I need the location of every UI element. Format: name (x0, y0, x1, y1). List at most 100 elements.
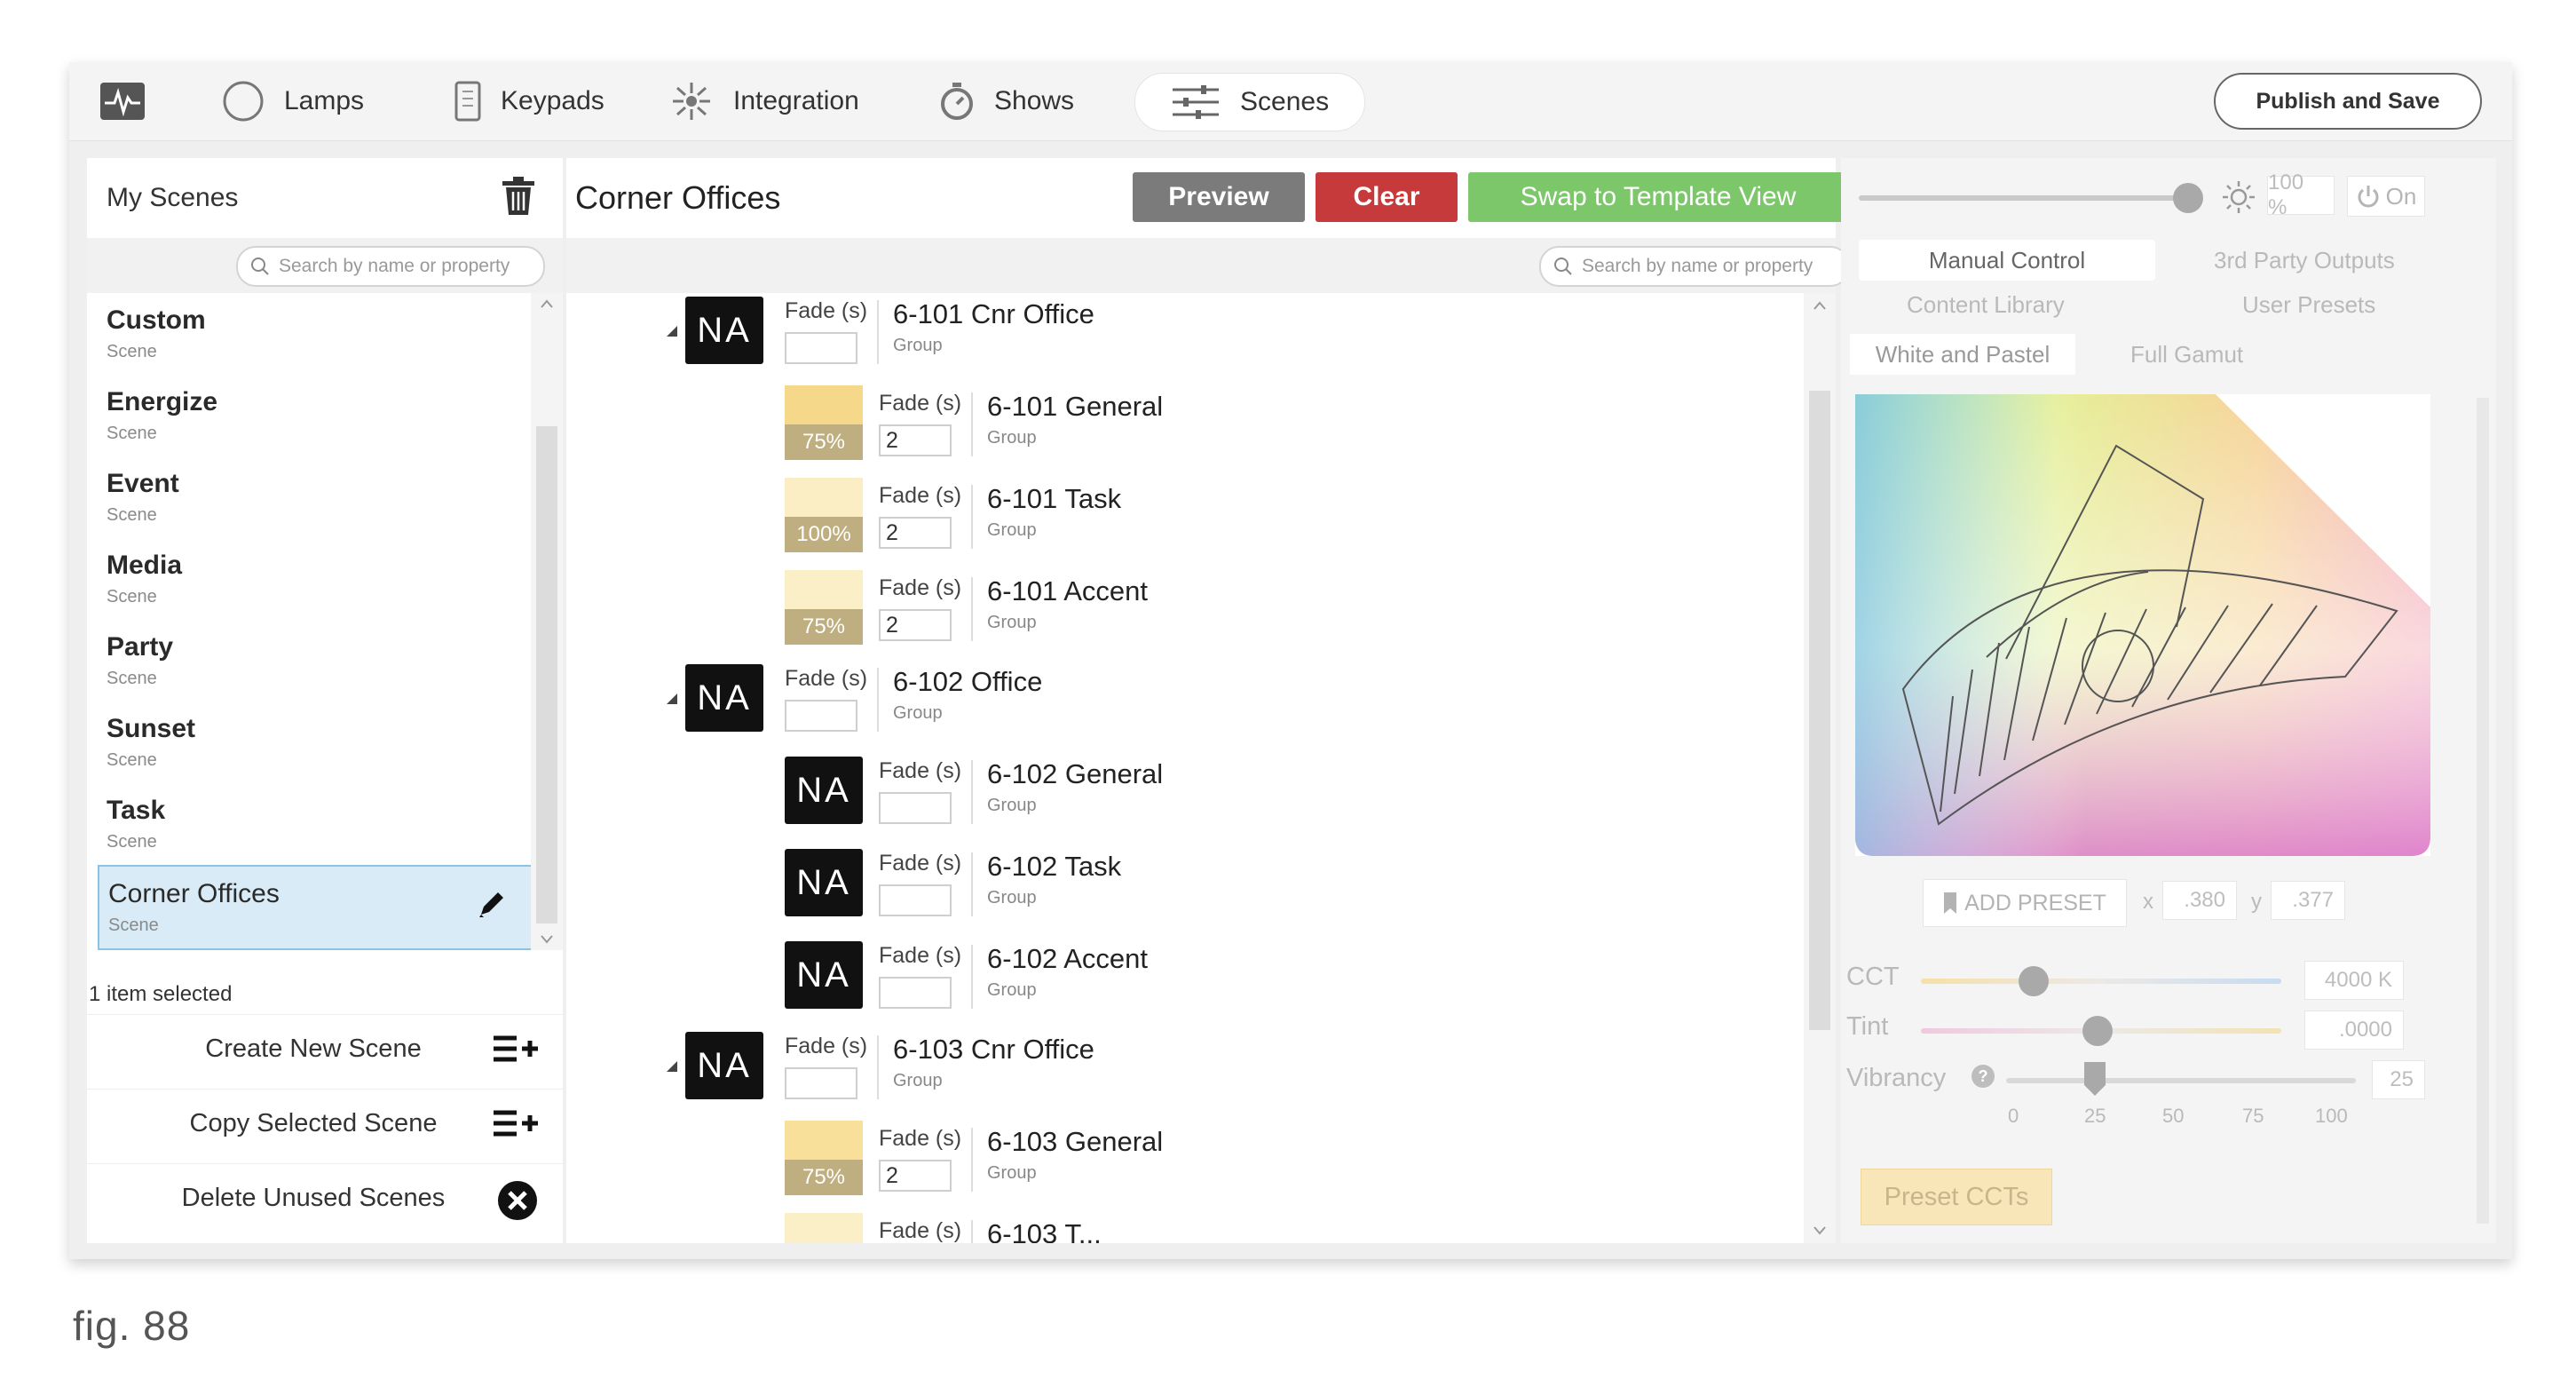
fade-input[interactable] (785, 1067, 857, 1099)
scroll-up-icon[interactable] (1813, 300, 1827, 311)
x-coordinate-input[interactable]: .380 (2162, 881, 2237, 920)
level-swatch[interactable]: 75% (785, 1121, 863, 1195)
level-color (785, 478, 863, 517)
right-panel-scrollbar[interactable] (2477, 398, 2489, 1224)
clear-button[interactable]: Clear (1316, 172, 1458, 222)
brightness-slider-knob[interactable] (2173, 183, 2203, 213)
group-tree-scrollbar[interactable] (1804, 293, 1836, 1243)
tree-row-6-102-accent[interactable]: NA Fade (s) 6-102 Accent Group (566, 938, 1800, 1012)
nav-activity[interactable] (99, 73, 165, 130)
nav-keypads[interactable]: Keypads (454, 73, 604, 130)
scroll-down-icon[interactable] (1813, 1225, 1827, 1236)
scene-item-task[interactable]: Task Scene (87, 783, 531, 865)
scroll-up-icon[interactable] (540, 298, 554, 309)
activity-icon (100, 83, 145, 120)
preview-button[interactable]: Preview (1133, 172, 1305, 222)
scene-editor-panel: Corner Offices Preview Clear Swap to Tem… (566, 158, 1850, 1243)
publish-and-save-button[interactable]: Publish and Save (2214, 73, 2482, 130)
collapse-triangle-icon[interactable] (666, 325, 678, 337)
na-badge: NA (785, 941, 863, 1009)
brightness-value[interactable]: 100 % (2267, 170, 2335, 219)
vibrancy-value[interactable]: 25 (2372, 1060, 2425, 1099)
swap-to-template-view-button[interactable]: Swap to Template View (1468, 172, 1848, 222)
nav-lamps[interactable]: Lamps (222, 73, 364, 130)
preset-ccts-button[interactable]: Preset CCTs (1861, 1169, 2052, 1225)
scene-item-custom[interactable]: Custom Scene (87, 293, 531, 375)
tree-row-6-102-office[interactable]: NA Fade (s) 6-102 Office Group (566, 661, 1800, 735)
scene-name: Media (107, 551, 183, 580)
scene-item-corner-offices[interactable]: Corner Offices Scene (98, 865, 533, 950)
fade-input[interactable] (879, 792, 952, 824)
level-swatch[interactable]: 75% (785, 385, 863, 460)
tab-white-and-pastel[interactable]: White and Pastel (1850, 334, 2075, 375)
scroll-down-icon[interactable] (540, 934, 554, 945)
fade-input[interactable] (879, 977, 952, 1009)
fade-label: Fade (s) (785, 298, 868, 323)
collapse-triangle-icon[interactable] (666, 693, 678, 705)
fade-input[interactable] (879, 884, 952, 916)
color-picker-area[interactable] (1855, 394, 2430, 856)
search-icon (251, 258, 269, 275)
add-preset-button[interactable]: ADD PRESET (1923, 879, 2127, 927)
chromaticity-diagram[interactable] (1855, 394, 2430, 856)
level-swatch[interactable]: 100% (785, 478, 863, 552)
fade-input[interactable] (785, 332, 857, 364)
add-list-icon (494, 1035, 538, 1062)
scene-item-sunset[interactable]: Sunset Scene (87, 701, 531, 783)
scene-item-media[interactable]: Media Scene (87, 538, 531, 620)
nav-shows[interactable]: Shows (939, 73, 1074, 130)
tab-full-gamut[interactable]: Full Gamut (2130, 341, 2243, 369)
fade-input[interactable]: 2 (879, 609, 952, 641)
tree-row-6-101-cnr-office[interactable]: NA Fade (s) 6-101 Cnr Office Group (566, 293, 1800, 368)
tab-3rd-party-outputs[interactable]: 3rd Party Outputs (2214, 247, 2395, 274)
tree-row-6-103-task[interactable]: Fade (s) 6-103 T... (566, 1213, 1800, 1243)
help-icon[interactable]: ? (1971, 1064, 1995, 1089)
cct-slider-knob[interactable] (2019, 966, 2049, 996)
tree-row-6-101-accent[interactable]: 75% Fade (s) 2 6-101 Accent Group (566, 570, 1800, 645)
scrollbar-thumb[interactable] (1809, 391, 1830, 1030)
scene-search-input[interactable]: Search by name or property (236, 246, 545, 287)
tree-row-6-102-task[interactable]: NA Fade (s) 6-102 Task Group (566, 845, 1800, 920)
nav-scenes[interactable]: Scenes (1134, 73, 1366, 131)
pencil-icon[interactable] (476, 888, 508, 920)
vibrancy-slider-knob[interactable] (2082, 1060, 2107, 1098)
y-coordinate-input[interactable]: .377 (2271, 881, 2345, 920)
fade-input[interactable]: 2 (879, 1160, 952, 1192)
scene-item-energize[interactable]: Energize Scene (87, 375, 531, 456)
tree-row-6-101-task[interactable]: 100% Fade (s) 2 6-101 Task Group (566, 478, 1800, 552)
nav-integration[interactable]: Integration (669, 73, 859, 130)
scrollbar-thumb[interactable] (536, 426, 557, 923)
tree-row-6-103-cnr-office[interactable]: NA Fade (s) 6-103 Cnr Office Group (566, 1028, 1800, 1103)
tab-content-library[interactable]: Content Library (1907, 291, 2065, 319)
tint-label: Tint (1846, 1012, 1889, 1041)
trash-icon[interactable] (501, 176, 536, 221)
scene-item-event[interactable]: Event Scene (87, 456, 531, 538)
scene-type: Scene (107, 505, 157, 525)
tint-value[interactable]: .0000 (2304, 1011, 2404, 1050)
fade-input[interactable]: 2 (879, 517, 952, 549)
cct-value[interactable]: 4000 K (2304, 961, 2404, 1000)
vibrancy-slider-track[interactable] (2006, 1078, 2356, 1083)
scene-item-party[interactable]: Party Scene (87, 620, 531, 701)
tint-slider-knob[interactable] (2082, 1016, 2113, 1046)
tab-manual-control[interactable]: Manual Control (1859, 240, 2155, 281)
cct-slider-track[interactable] (1921, 979, 2281, 984)
group-name: 6-101 Cnr Office (893, 298, 1094, 329)
brightness-slider-track[interactable] (1859, 195, 2187, 201)
group-search-input[interactable]: Search by name or property (1539, 246, 1850, 287)
create-new-scene-button[interactable]: Create New Scene (87, 1014, 563, 1086)
fade-input[interactable]: 2 (879, 424, 952, 456)
tree-row-6-101-general[interactable]: 75% Fade (s) 2 6-101 General Group (566, 385, 1800, 460)
copy-selected-scene-button[interactable]: Copy Selected Scene (87, 1089, 563, 1161)
collapse-triangle-icon[interactable] (666, 1060, 678, 1073)
level-swatch[interactable] (785, 1213, 863, 1243)
delete-unused-scenes-button[interactable]: Delete Unused Scenes (87, 1163, 563, 1235)
tab-user-presets[interactable]: User Presets (2242, 291, 2375, 319)
na-badge: NA (785, 849, 863, 916)
scene-list-scrollbar[interactable] (531, 293, 563, 950)
power-toggle[interactable]: On (2347, 176, 2425, 217)
level-swatch[interactable]: 75% (785, 570, 863, 645)
tree-row-6-103-general[interactable]: 75% Fade (s) 2 6-103 General Group (566, 1121, 1800, 1195)
fade-input[interactable] (785, 700, 857, 732)
tree-row-6-102-general[interactable]: NA Fade (s) 6-102 General Group (566, 753, 1800, 828)
